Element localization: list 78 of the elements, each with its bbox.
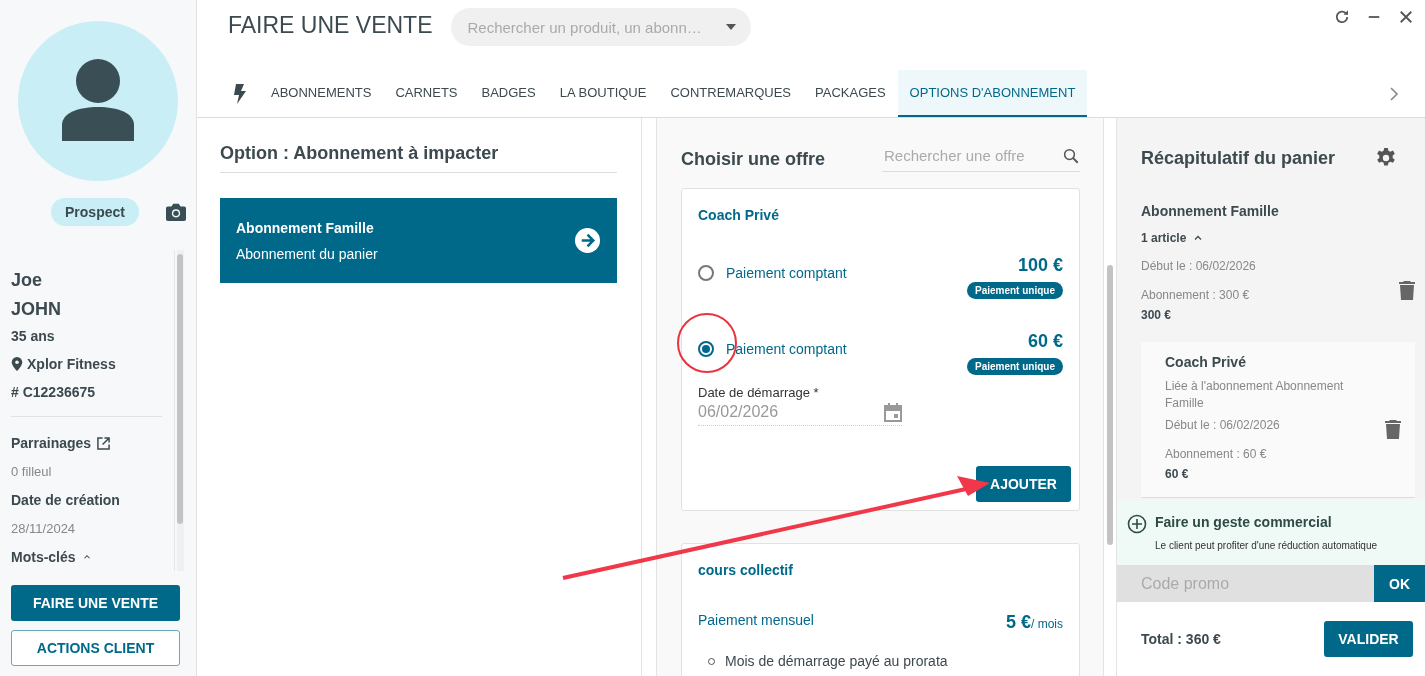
client-number: # C12236675 bbox=[11, 384, 97, 400]
refresh-icon[interactable] bbox=[1333, 8, 1351, 26]
settings-icon[interactable] bbox=[1375, 147, 1397, 169]
validate-button[interactable]: VALIDER bbox=[1324, 621, 1413, 657]
item-total: 60 € bbox=[1165, 467, 1190, 481]
price: 5 € bbox=[1005, 612, 1031, 632]
field-value: 0 filleul bbox=[11, 464, 53, 479]
price-unit: / mois bbox=[1031, 617, 1063, 631]
linked-subscription: Liée à l'abonnement Abonnement Famille bbox=[1165, 378, 1345, 412]
category-tab[interactable]: BADGES bbox=[469, 70, 548, 117]
radio-button[interactable] bbox=[698, 265, 714, 281]
client-actions-button[interactable]: ACTIONS CLIENT bbox=[11, 630, 180, 666]
category-tab[interactable]: CONTREMARQUES bbox=[658, 70, 804, 117]
keywords-label: Mots-clés bbox=[11, 549, 76, 565]
page-title: FAIRE UNE VENTE bbox=[228, 12, 433, 39]
start-date: Début le : 06/02/2026 bbox=[1141, 259, 1256, 273]
payment-badge: Paiement unique bbox=[967, 358, 1063, 375]
first-name: Joe bbox=[11, 270, 44, 291]
offer-note: Mois de démarrage payé au prorata bbox=[725, 653, 948, 669]
client-age: 35 ans bbox=[11, 328, 56, 344]
subscription-name: Abonnement Famille bbox=[236, 219, 375, 236]
gesture-subtitle: Le client peut profiter d'une réduction automatique bbox=[1155, 540, 1379, 551]
search-bar[interactable]: Rechercher un produit, un abonn… bbox=[451, 8, 752, 46]
location-pin-icon bbox=[11, 357, 23, 371]
trash-icon[interactable] bbox=[1385, 420, 1401, 439]
club-name: Xplor Fitness bbox=[27, 356, 116, 372]
offer-name: cours collectif bbox=[698, 562, 794, 578]
close-icon[interactable] bbox=[1397, 8, 1415, 26]
plus-circle-icon[interactable] bbox=[1127, 514, 1147, 534]
price: 100 € bbox=[1017, 255, 1063, 275]
offer-search-field[interactable]: Rechercher une offre bbox=[882, 146, 1062, 165]
payment-option-label[interactable]: Paiement comptant bbox=[726, 265, 967, 281]
chevron-right-icon[interactable] bbox=[1389, 86, 1399, 101]
offer-name: Coach Privé bbox=[698, 207, 780, 223]
payment-option-label: Paiement mensuel bbox=[698, 612, 815, 628]
price-detail: Abonnement : 60 € bbox=[1165, 447, 1268, 461]
category-tab[interactable]: PACKAGES bbox=[803, 70, 898, 117]
price-detail: Abonnement : 300 € bbox=[1141, 288, 1251, 302]
commercial-gesture-banner[interactable]: Faire un geste commercial Le client peut profiter d'une réduction automatique bbox=[1117, 500, 1425, 565]
camera-icon[interactable] bbox=[164, 202, 187, 222]
radio-button[interactable] bbox=[698, 341, 714, 357]
subscription-card[interactable]: Abonnement Famille Abonnement du panier bbox=[220, 198, 617, 283]
field-label: Parrainages bbox=[11, 435, 92, 451]
apply-promo-button[interactable]: OK bbox=[1374, 565, 1425, 602]
item-total: 300 € bbox=[1141, 308, 1173, 322]
lightning-icon[interactable] bbox=[233, 83, 247, 104]
gesture-title: Faire un geste commercial bbox=[1155, 514, 1333, 532]
last-name: JOHN bbox=[11, 299, 62, 320]
external-link-icon[interactable] bbox=[97, 436, 111, 450]
category-tab[interactable]: OPTIONS D'ABONNEMENT bbox=[897, 70, 1088, 117]
payment-badge: Paiement unique bbox=[967, 282, 1063, 299]
section-title: Choisir une offre bbox=[681, 148, 825, 170]
product-search-field[interactable]: Rechercher un produit, un abonn… bbox=[465, 17, 726, 37]
section-title: Récapitulatif du panier bbox=[1141, 147, 1336, 169]
subscription-subtitle: Abonnement du panier bbox=[236, 245, 379, 262]
category-tab[interactable]: LA BOUTIQUE bbox=[547, 70, 659, 117]
status-badge: Prospect bbox=[51, 198, 139, 226]
calendar-icon[interactable] bbox=[884, 402, 902, 422]
field-label: Date de création bbox=[11, 492, 120, 508]
section-title: Option : Abonnement à impacter bbox=[220, 143, 617, 173]
cart-total: Total : 360 € bbox=[1141, 631, 1221, 647]
price: 60 € bbox=[1027, 331, 1063, 351]
category-tab[interactable]: CARNETS bbox=[383, 70, 470, 117]
field-label: Date de démarrage * bbox=[698, 385, 820, 400]
cart-item-name: Abonnement Famille bbox=[1141, 203, 1280, 219]
caret-down-icon[interactable] bbox=[725, 23, 738, 31]
cart-item-name: Coach Privé bbox=[1165, 354, 1247, 370]
scrollbar-thumb[interactable] bbox=[177, 254, 183, 524]
trash-icon[interactable] bbox=[1399, 281, 1415, 300]
field-value: 28/11/2024 bbox=[11, 521, 77, 536]
article-count: 1 article bbox=[1141, 231, 1187, 245]
search-icon[interactable] bbox=[1062, 146, 1080, 165]
scrollbar-thumb[interactable] bbox=[1107, 265, 1113, 545]
category-tab[interactable]: ABONNEMENTS bbox=[259, 70, 384, 117]
add-button[interactable]: AJOUTER bbox=[976, 466, 1071, 502]
sale-button[interactable]: FAIRE UNE VENTE bbox=[11, 585, 180, 621]
arrow-right-circle-icon[interactable] bbox=[574, 227, 601, 254]
start-date: Début le : 06/02/2026 bbox=[1165, 418, 1281, 432]
